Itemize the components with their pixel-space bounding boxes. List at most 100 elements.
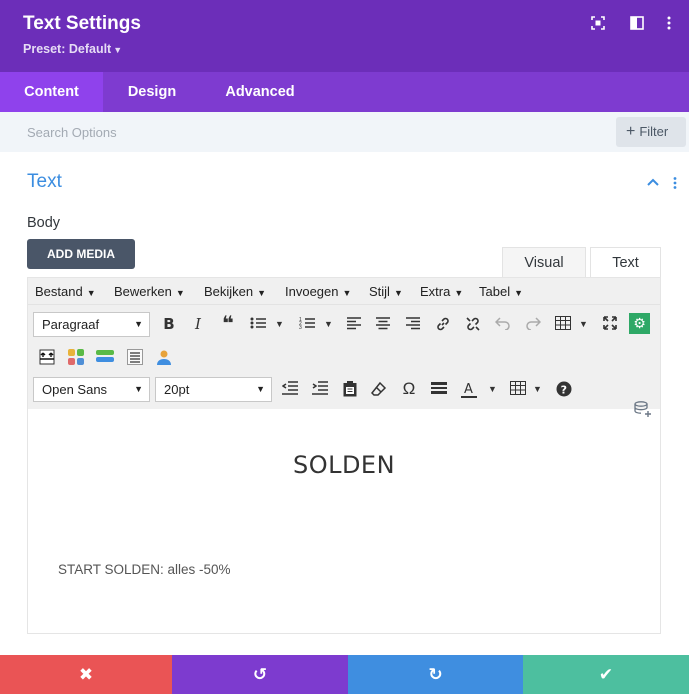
color-grid-icon[interactable] xyxy=(65,346,87,368)
align-right-icon[interactable] xyxy=(402,313,424,335)
redo-icon: ↻ xyxy=(428,665,443,684)
section-controls xyxy=(646,176,680,195)
editor-toolbar: Paragraaf ▼ B I ❝ ▼ 123 ▼ ▼ ⚙ Open Sans … xyxy=(28,305,660,409)
dynamic-content-icon[interactable] xyxy=(634,401,652,422)
undo-button[interactable]: ↺ xyxy=(172,655,348,694)
dropdown-arrow-icon: ▼ xyxy=(86,288,96,298)
page-break-icon[interactable] xyxy=(36,346,58,368)
editor-menubar: Bestand ▼ Bewerken ▼ Bekijken ▼ Invoegen ▼ S… xyxy=(28,278,660,305)
menu-label: Tabel xyxy=(479,284,511,299)
italic-icon[interactable]: I xyxy=(187,313,209,335)
dropdown-arrow-icon: ▼ xyxy=(393,288,403,298)
dropdown-arrow-icon[interactable]: ▼ xyxy=(579,319,588,329)
table-icon[interactable] xyxy=(507,378,529,400)
modal-footer: ✖ ↺ ↻ ✔ xyxy=(0,655,689,694)
menu-tabel[interactable]: Tabel ▼ xyxy=(479,284,523,299)
outdent-icon[interactable] xyxy=(279,378,301,400)
more-vertical-icon[interactable] xyxy=(673,177,677,189)
format-select-value: Paragraaf xyxy=(42,317,100,332)
preset-selector[interactable]: Preset: Default ▼ xyxy=(23,42,122,56)
paste-icon[interactable] xyxy=(339,378,361,400)
check-icon: ✔ xyxy=(598,665,614,684)
svg-text:3: 3 xyxy=(299,325,302,330)
font-family-value: Open Sans xyxy=(42,382,108,397)
button-icon[interactable] xyxy=(94,346,116,368)
chevron-down-icon: ▼ xyxy=(113,45,123,55)
close-icon: ✖ xyxy=(78,665,94,684)
plus-icon: + xyxy=(626,123,636,140)
menu-stijl[interactable]: Stijl ▼ xyxy=(369,284,403,299)
undo-icon: ↺ xyxy=(252,665,268,684)
omega-icon[interactable]: Ω xyxy=(398,378,420,400)
text-color-icon[interactable]: A xyxy=(458,378,480,400)
help-icon[interactable]: ? xyxy=(553,378,575,400)
save-button[interactable]: ✔ xyxy=(523,655,689,694)
svg-text:?: ? xyxy=(561,384,567,397)
dropdown-arrow-icon: ▼ xyxy=(514,288,523,298)
menu-bestand[interactable]: Bestand ▼ xyxy=(35,284,96,299)
section-title-text[interactable]: Text xyxy=(27,171,62,193)
dropdown-arrow-icon[interactable]: ▼ xyxy=(275,319,284,329)
rich-text-editor: Bestand ▼ Bewerken ▼ Bekijken ▼ Invoegen ▼ S… xyxy=(27,277,661,634)
redo-button[interactable]: ↻ xyxy=(348,655,523,694)
dropdown-arrow-icon: ▼ xyxy=(342,288,352,298)
search-bar: +Filter xyxy=(0,112,689,152)
body-label: Body xyxy=(27,215,61,231)
fullscreen-icon[interactable] xyxy=(599,313,621,335)
user-icon[interactable] xyxy=(153,346,175,368)
align-left-icon[interactable] xyxy=(343,313,365,335)
tab-content[interactable]: Content xyxy=(0,72,103,112)
menu-bewerken[interactable]: Bewerken ▼ xyxy=(114,284,185,299)
add-media-button[interactable]: ADD MEDIA xyxy=(27,239,135,269)
font-family-select[interactable]: Open Sans ▼ xyxy=(33,377,150,402)
numbered-list-icon[interactable]: 123 xyxy=(296,313,318,335)
dropdown-arrow-icon: ▼ xyxy=(175,288,185,298)
indent-icon[interactable] xyxy=(309,378,331,400)
redo-icon[interactable] xyxy=(522,313,544,335)
expand-icon[interactable] xyxy=(591,16,607,32)
tab-visual[interactable]: Visual xyxy=(502,247,586,277)
more-vertical-icon[interactable] xyxy=(662,16,678,32)
eraser-icon[interactable] xyxy=(368,378,390,400)
tab-advanced[interactable]: Advanced xyxy=(210,72,310,112)
content-paragraph: START SOLDEN: alles -50% xyxy=(58,562,231,577)
editor-content-area[interactable]: SOLDEN START SOLDEN: alles -50% xyxy=(28,401,660,633)
menu-label: Stijl xyxy=(369,284,390,299)
menu-label: Invoegen xyxy=(285,284,339,299)
font-size-select[interactable]: 20pt ▼ xyxy=(155,377,272,402)
cancel-button[interactable]: ✖ xyxy=(0,655,172,694)
menu-label: Bewerken xyxy=(114,284,172,299)
font-size-value: 20pt xyxy=(164,382,190,397)
dropdown-arrow-icon[interactable]: ▼ xyxy=(324,319,333,329)
tab-design[interactable]: Design xyxy=(103,72,201,112)
bullet-list-icon[interactable] xyxy=(247,313,269,335)
unlink-icon[interactable] xyxy=(462,313,484,335)
menu-label: Bestand xyxy=(35,284,83,299)
bold-icon[interactable]: B xyxy=(158,313,180,335)
align-center-icon[interactable] xyxy=(372,313,394,335)
undo-icon[interactable] xyxy=(492,313,514,335)
content-heading: SOLDEN xyxy=(292,451,396,479)
modal-title: Text Settings xyxy=(23,13,141,34)
search-input[interactable] xyxy=(0,112,600,152)
link-icon[interactable] xyxy=(432,313,454,335)
tab-text[interactable]: Text xyxy=(590,247,661,277)
menu-extra[interactable]: Extra ▼ xyxy=(420,284,463,299)
menu-label: Bekijken xyxy=(204,284,254,299)
list-box-icon[interactable] xyxy=(124,346,146,368)
menu-invoegen[interactable]: Invoegen ▼ xyxy=(285,284,351,299)
filter-label: Filter xyxy=(639,124,669,139)
format-select[interactable]: Paragraaf ▼ xyxy=(33,312,150,337)
menu-bekijken[interactable]: Bekijken ▼ xyxy=(204,284,266,299)
filter-button[interactable]: + Filter xyxy=(616,117,686,147)
chevron-up-icon[interactable] xyxy=(647,178,659,186)
horizontal-rule-icon[interactable] xyxy=(428,378,450,400)
svg-text:A: A xyxy=(464,382,473,397)
table-icon[interactable] xyxy=(552,313,574,335)
settings-icon[interactable]: ⚙ xyxy=(629,313,650,334)
sidebar-icon[interactable] xyxy=(630,16,646,32)
blockquote-icon[interactable]: ❝ xyxy=(217,313,239,335)
dropdown-arrow-icon[interactable]: ▼ xyxy=(488,384,497,394)
modal-header: Text Settings Preset: Default ▼ xyxy=(0,0,689,72)
dropdown-arrow-icon[interactable]: ▼ xyxy=(533,384,542,394)
